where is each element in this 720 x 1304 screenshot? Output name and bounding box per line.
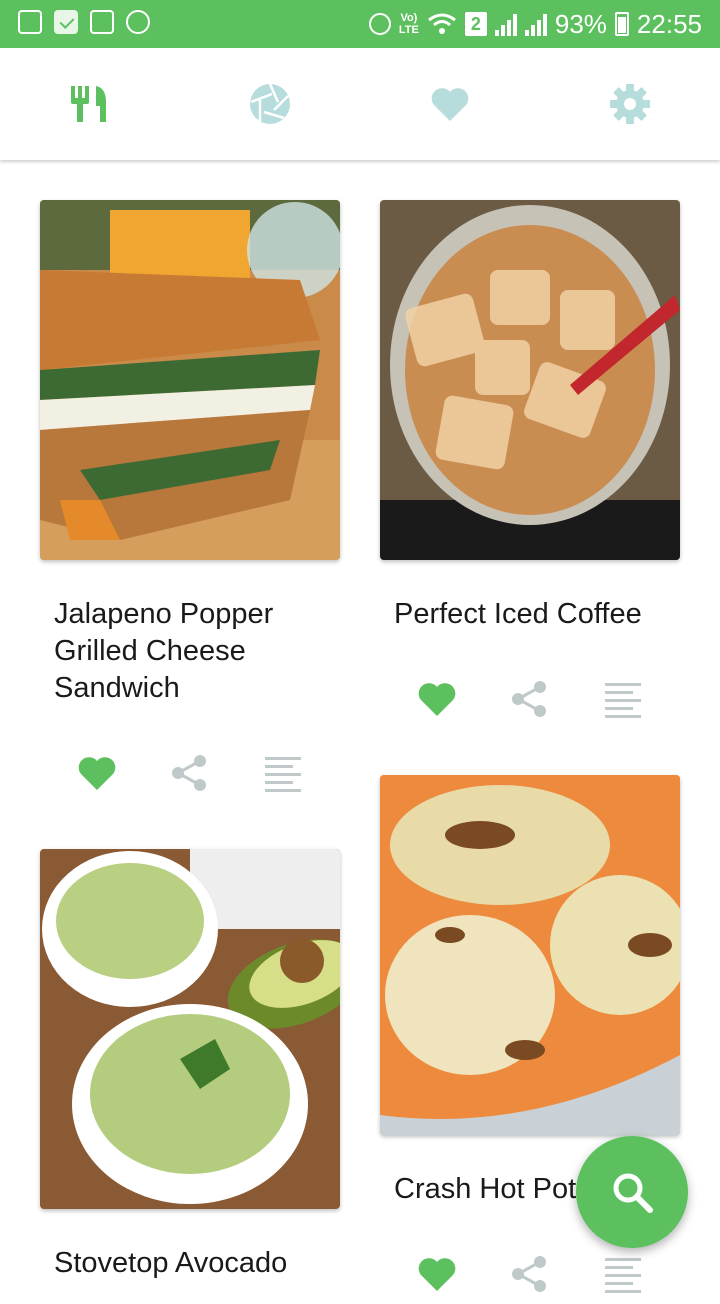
recipe-card[interactable]: Stovetop Avocado <box>40 849 340 1282</box>
share-icon <box>171 755 206 791</box>
share-button[interactable] <box>500 669 560 729</box>
recipe-photo-sandwich[interactable] <box>40 200 340 560</box>
heart-icon <box>418 683 455 716</box>
heart-icon <box>78 757 115 790</box>
alarm-icon <box>368 13 391 35</box>
heart-icon <box>418 1258 455 1291</box>
share-icon <box>511 681 546 717</box>
wifi-icon <box>427 13 456 34</box>
recipe-actions <box>380 1244 680 1304</box>
signal-icon-2 <box>524 12 547 36</box>
recipe-photo-potatoes[interactable] <box>380 775 680 1135</box>
screenshot-notification-icon-2 <box>90 10 114 34</box>
recipe-title[interactable]: Stovetop Avocado <box>54 1245 326 1282</box>
tab-camera[interactable] <box>180 48 360 160</box>
favorite-button[interactable] <box>407 669 467 729</box>
recipe-photo-iced-coffee[interactable] <box>380 200 680 560</box>
notification-icons <box>18 10 150 34</box>
recipe-card[interactable]: Perfect Iced Coffee <box>380 200 680 729</box>
share-icon <box>511 1256 546 1292</box>
message-notification-icon <box>126 10 150 34</box>
recipe-title[interactable]: Jalapeno Popper Grilled Cheese Sandwich <box>54 596 326 707</box>
details-button[interactable] <box>593 1244 653 1304</box>
heart-icon <box>431 88 469 121</box>
gear-icon <box>610 84 650 124</box>
recipe-photo-avocado-mac[interactable] <box>40 849 340 1209</box>
clock: 22:55 <box>636 9 702 39</box>
search-fab[interactable] <box>576 1136 688 1248</box>
status-bar: Vo) LTE 2 93% 22:55 <box>0 0 720 48</box>
tab-settings[interactable] <box>540 48 720 160</box>
search-icon <box>613 1173 653 1213</box>
list-lines-icon <box>605 683 642 718</box>
volte-indicator: Vo) LTE <box>398 12 419 36</box>
tab-favorites[interactable] <box>360 48 540 160</box>
favorite-button[interactable] <box>67 743 127 803</box>
system-indicators: Vo) LTE 2 93% 22:55 <box>368 6 702 42</box>
details-button[interactable] <box>593 669 653 729</box>
recipe-actions <box>380 669 680 729</box>
recipe-card[interactable]: Jalapeno Popper Grilled Cheese Sandwich <box>40 200 340 803</box>
top-tab-bar <box>0 48 720 160</box>
recipe-title[interactable]: Perfect Iced Coffee <box>394 596 666 633</box>
list-lines-icon <box>265 757 302 792</box>
check-notification-icon <box>54 10 78 34</box>
tab-recipes[interactable] <box>0 48 180 160</box>
battery-percent: 93% <box>554 9 607 39</box>
screenshot-notification-icon <box>18 10 42 34</box>
recipe-actions <box>40 743 340 803</box>
battery-icon <box>614 12 629 36</box>
favorite-button[interactable] <box>407 1244 467 1304</box>
signal-icon <box>494 12 517 36</box>
list-lines-icon <box>605 1258 642 1293</box>
details-button[interactable] <box>253 743 313 803</box>
sim-slot-badge: 2 <box>464 12 487 36</box>
share-button[interactable] <box>500 1244 560 1304</box>
share-button[interactable] <box>160 743 220 803</box>
fork-knife-icon <box>71 86 106 122</box>
camera-aperture-icon <box>250 83 290 124</box>
